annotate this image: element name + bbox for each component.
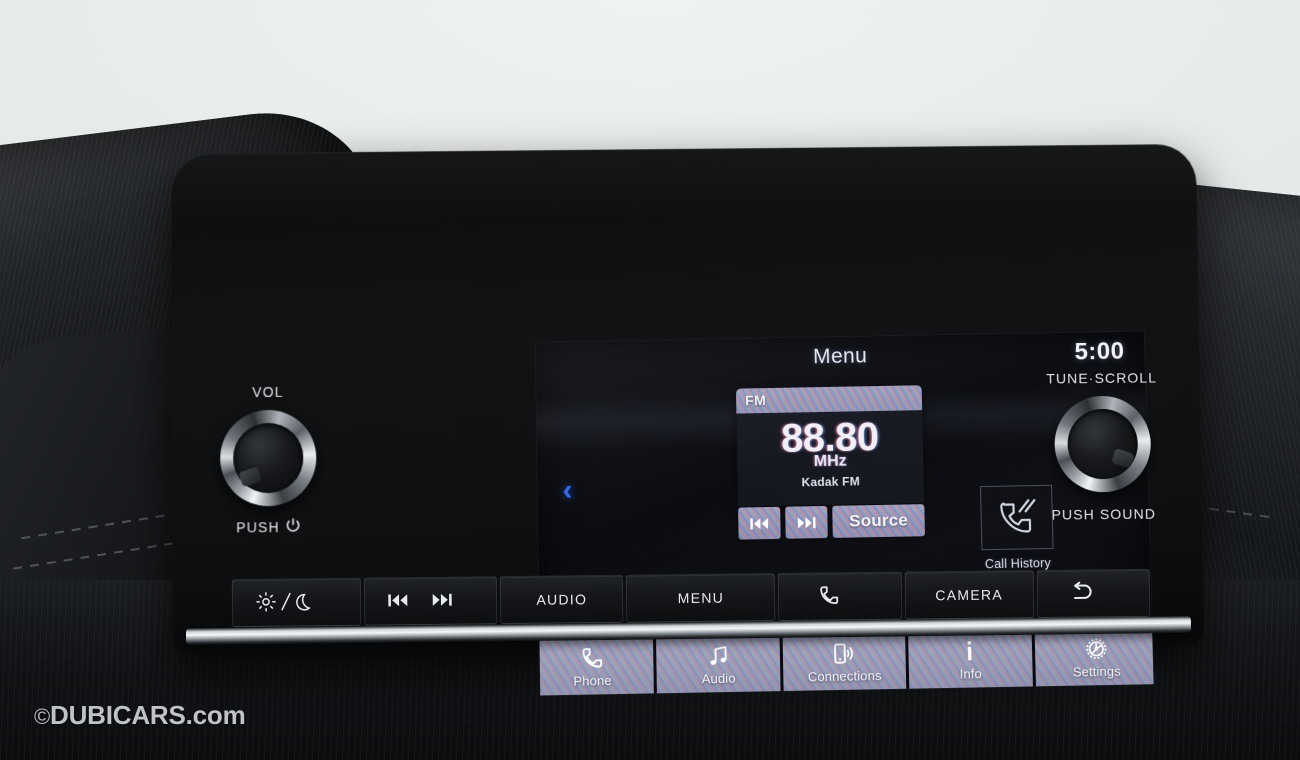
- next-track-icon: [431, 592, 453, 609]
- source-button[interactable]: Source: [832, 504, 925, 538]
- info-i-icon: [964, 637, 977, 663]
- hard-button-phone[interactable]: [778, 572, 902, 621]
- fm-widget-header: FM: [736, 385, 922, 413]
- hard-button-track-skip[interactable]: [364, 576, 498, 626]
- nav-button-phone[interactable]: Phone: [536, 637, 655, 696]
- watermark: ©DUBICARS.com: [34, 700, 246, 731]
- previous-track-button[interactable]: [738, 507, 781, 540]
- volume-knob-bottom-label: PUSH: [168, 517, 368, 537]
- brightness-moon-icon: [254, 591, 316, 615]
- tune-knob-bottom-label: PUSH SOUND: [1004, 505, 1205, 523]
- tune-knob-top-label: TUNE·SCROLL: [1002, 369, 1202, 387]
- nav-label-phone: Phone: [573, 673, 612, 689]
- nav-label-connections: Connections: [808, 668, 882, 685]
- hard-button-brightness[interactable]: [232, 578, 362, 627]
- fm-transport-controls: Source: [738, 504, 925, 540]
- back-arrow-icon: [1068, 581, 1096, 606]
- nav-button-connections[interactable]: Connections: [782, 632, 906, 691]
- tune-scroll-knob[interactable]: [1054, 396, 1151, 493]
- next-track-button[interactable]: [785, 506, 828, 539]
- fm-source-label: FM: [745, 392, 766, 408]
- tune-knob-nub: [1111, 448, 1135, 468]
- volume-knob-nub: [238, 466, 262, 487]
- hard-button-back[interactable]: [1036, 569, 1150, 618]
- fm-radio-widget[interactable]: FM 88.80 MHz Kadak FM: [736, 385, 924, 506]
- watermark-copyright: ©: [34, 704, 50, 729]
- phone-handset-icon: [818, 584, 840, 609]
- clock: 5:00: [1074, 338, 1125, 367]
- nav-label-info: Info: [959, 666, 982, 682]
- nav-label-audio: Audio: [702, 671, 736, 687]
- previous-track-icon: [749, 517, 769, 530]
- tune-scroll-knob-group: TUNE·SCROLL PUSH SOUND: [1054, 396, 1151, 493]
- nav-button-info[interactable]: Info: [908, 630, 1032, 689]
- music-note-icon: [706, 641, 731, 668]
- call-history-tile[interactable]: Call History: [971, 485, 1063, 572]
- gear-icon: [1084, 635, 1109, 662]
- chevron-left-icon[interactable]: ‹: [554, 475, 580, 506]
- hard-button-camera[interactable]: CAMERA: [904, 570, 1034, 619]
- fm-station-name: Kadak FM: [738, 473, 924, 490]
- fm-frequency-unit: MHz: [737, 451, 923, 472]
- next-track-icon: [796, 516, 816, 529]
- volume-push-text: PUSH: [236, 519, 279, 535]
- phone-wireless-icon: [831, 639, 858, 666]
- phone-handset-icon: [580, 644, 604, 671]
- nav-button-audio[interactable]: Audio: [656, 635, 780, 694]
- volume-knob[interactable]: [220, 410, 316, 507]
- previous-track-icon: [387, 593, 409, 610]
- watermark-brand: DUBICARS: [50, 700, 186, 730]
- hard-button-menu[interactable]: MENU: [626, 573, 776, 623]
- nav-label-settings: Settings: [1073, 664, 1121, 680]
- volume-knob-top-label: VOL: [168, 383, 368, 401]
- power-icon: [286, 518, 301, 536]
- page-title: Menu: [536, 339, 1145, 374]
- scene: Menu 5:00 ‹ › FM 88.80 MHz Kadak FM: [0, 0, 1300, 760]
- nav-button-settings[interactable]: Settings: [1034, 628, 1153, 687]
- volume-knob-group: VOL PUSH: [220, 410, 316, 507]
- watermark-tld: .com: [186, 700, 246, 730]
- hard-button-audio[interactable]: AUDIO: [500, 575, 624, 624]
